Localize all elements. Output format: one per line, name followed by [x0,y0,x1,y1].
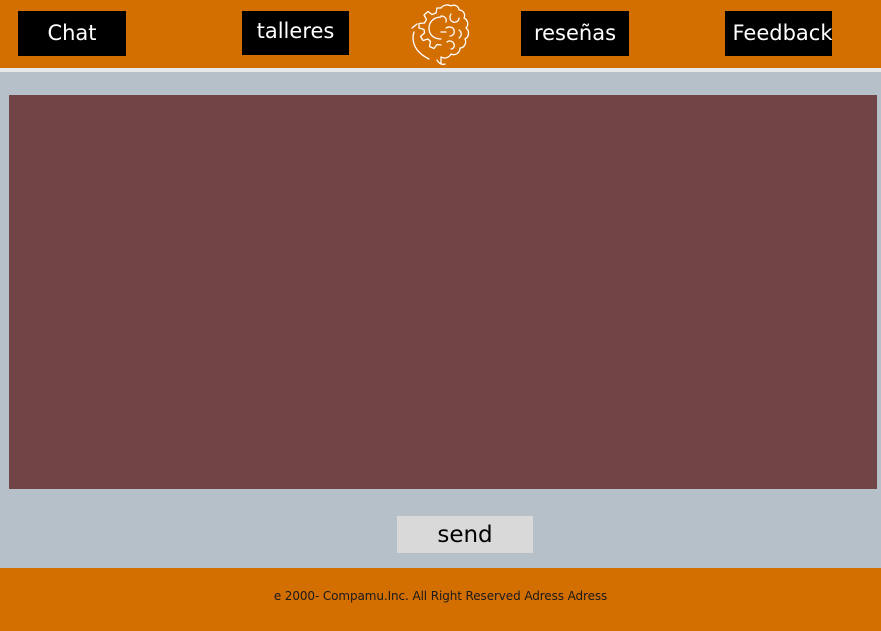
footer: e 2000- Compamu.Inc. All Right Reserved … [0,568,881,631]
nav-resenas-button[interactable]: reseñas [521,11,629,56]
footer-copyright-text: e 2000- Compamu.Inc. All Right Reserved … [273,589,608,603]
send-button[interactable]: send [397,516,533,553]
nav-feedback-button[interactable]: Feedback [725,11,833,56]
header-divider [0,68,881,72]
chat-messages-panel[interactable] [9,95,877,489]
nav-talleres-button[interactable]: talleres [242,11,349,55]
brain-gear-icon[interactable] [407,2,475,68]
nav-chat-button[interactable]: Chat [18,11,126,56]
top-nav-bar: Chat talleres reseñas Feedback [0,0,881,68]
